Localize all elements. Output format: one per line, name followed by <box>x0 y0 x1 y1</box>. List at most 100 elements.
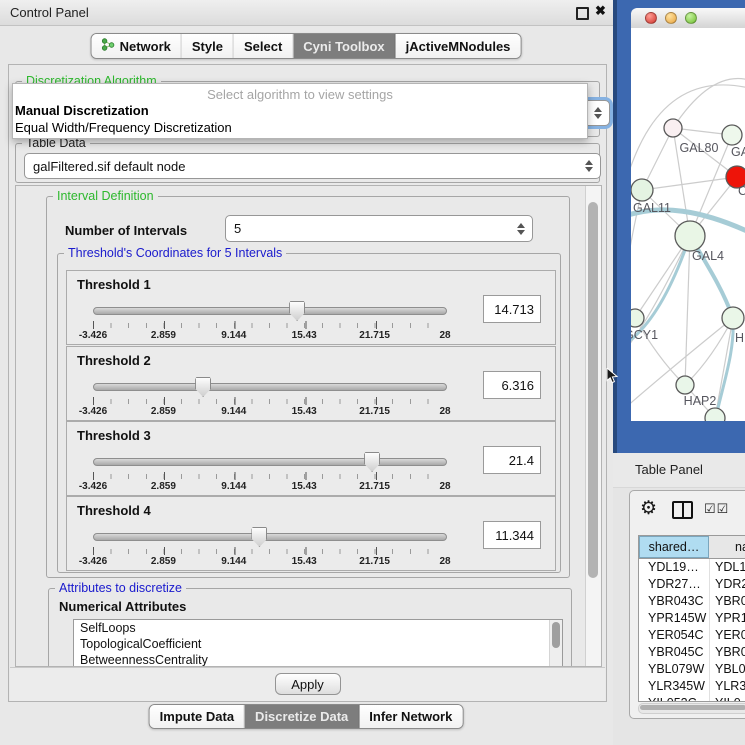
threshold-label: Threshold 1 <box>77 277 151 292</box>
tick-label: 21.715 <box>359 481 390 492</box>
table-cell[interactable]: YIL052C <box>639 695 709 702</box>
node-gal4[interactable] <box>675 221 705 251</box>
table-row[interactable]: YDR27…YDR2 <box>639 576 745 593</box>
table-cell[interactable]: YBR043C <box>639 593 709 610</box>
threshold-slider[interactable]: -3.4262.8599.14415.4321.71528 <box>93 527 445 567</box>
slider-major-ticks <box>93 321 447 329</box>
close-traffic-light[interactable] <box>645 12 657 24</box>
gear-icon[interactable]: ⚙ <box>640 497 657 520</box>
table-row[interactable]: YPR145WYPR1 <box>639 610 745 627</box>
tab-jactivemnodules[interactable]: jActiveMNodules <box>396 34 521 58</box>
numerical-attributes-list[interactable]: SelfLoops TopologicalCoefficient Between… <box>73 619 563 667</box>
tick-label: -3.426 <box>79 406 107 417</box>
number-of-intervals-combobox[interactable]: 5 <box>225 215 533 242</box>
table-cell[interactable]: YBR045C <box>639 644 709 661</box>
table-cell[interactable]: YER054C <box>639 627 709 644</box>
table-cell[interactable]: YDR2 <box>709 576 745 593</box>
slider-thumb[interactable] <box>289 301 305 321</box>
node-h[interactable] <box>722 307 744 329</box>
table-cell[interactable]: YPR145W <box>639 610 709 627</box>
scrollbar-thumb[interactable] <box>640 705 745 710</box>
screenshot-root: Control Panel ✖ Network <box>0 0 745 745</box>
table-row[interactable]: YER054CYER0 <box>639 627 745 644</box>
threshold-slider[interactable]: -3.4262.8599.14415.4321.71528 <box>93 452 445 492</box>
threshold-slider[interactable]: -3.4262.8599.14415.4321.71528 <box>93 377 445 417</box>
slider-track[interactable] <box>93 383 447 391</box>
threshold-value-field[interactable]: 11.344 <box>483 521 541 549</box>
network-window[interactable]: GAL80 GA C GAL11 GAL4 GCY1 H HAP2 <box>613 0 745 453</box>
table-horizontal-scrollbar[interactable] <box>638 703 745 714</box>
column-header-shared-name[interactable]: shared… <box>639 536 709 558</box>
node-ga[interactable] <box>722 125 742 145</box>
close-icon[interactable]: ✖ <box>595 3 606 19</box>
apply-button[interactable]: Apply <box>275 673 341 695</box>
table-cell[interactable]: YDL19… <box>639 559 709 576</box>
table-cell[interactable]: YLR345W <box>639 678 709 695</box>
slider-track[interactable] <box>93 307 447 315</box>
table-cell[interactable]: YBR0 <box>709 593 745 610</box>
table-cell[interactable]: YPR1 <box>709 610 745 627</box>
columns-icon[interactable] <box>672 501 693 519</box>
table-data-combobox[interactable]: galFiltered.sif default node <box>24 153 601 179</box>
tab-label: Network <box>120 39 171 54</box>
network-canvas[interactable]: GAL80 GA C GAL11 GAL4 GCY1 H HAP2 <box>631 28 745 421</box>
table-cell[interactable]: YBL0 <box>709 661 745 678</box>
minimize-traffic-light[interactable] <box>665 12 677 24</box>
threshold-value-field[interactable]: 21.4 <box>483 446 541 474</box>
network-window-titlebar[interactable] <box>631 8 745 29</box>
slider-thumb[interactable] <box>195 377 211 397</box>
tab-select[interactable]: Select <box>234 34 293 58</box>
table-row[interactable]: YLR345WYLR3 <box>639 678 745 695</box>
node-gcy1[interactable] <box>631 309 644 327</box>
tab-impute-data[interactable]: Impute Data <box>150 705 245 728</box>
list-item[interactable]: SelfLoops <box>74 620 562 636</box>
tick-label: 21.715 <box>359 556 390 567</box>
tab-infer-network[interactable]: Infer Network <box>359 705 462 728</box>
table-cell[interactable]: YIL0 <box>709 695 745 702</box>
table-cell[interactable]: YLR3 <box>709 678 745 695</box>
threshold-value-field[interactable]: 6.316 <box>483 371 541 399</box>
node-hap2[interactable] <box>676 376 694 394</box>
zoom-traffic-light[interactable] <box>685 12 697 24</box>
table-row[interactable]: YBR043CYBR0 <box>639 593 745 610</box>
tab-discretize-data[interactable]: Discretize Data <box>245 705 359 728</box>
number-of-intervals-label: Number of Intervals <box>65 223 187 238</box>
table-row[interactable]: YBR045CYBR0 <box>639 644 745 661</box>
list-scrollbar[interactable] <box>549 620 562 667</box>
network-icon <box>102 38 115 54</box>
slider-thumb[interactable] <box>251 527 267 547</box>
tab-cyni-toolbox[interactable]: Cyni Toolbox <box>293 34 395 58</box>
node-gal80[interactable] <box>664 119 682 137</box>
table-cell[interactable]: YDR27… <box>639 576 709 593</box>
threshold-slider[interactable]: -3.4262.8599.14415.4321.71528 <box>93 301 445 341</box>
float-window-icon[interactable] <box>576 7 589 20</box>
table-cell[interactable]: YER0 <box>709 627 745 644</box>
list-item[interactable]: TopologicalCoefficient <box>74 636 562 652</box>
node-gal11[interactable] <box>631 179 653 201</box>
table-cell[interactable]: YBR0 <box>709 644 745 661</box>
tab-style[interactable]: Style <box>182 34 234 58</box>
slider-thumb[interactable] <box>364 452 380 472</box>
threshold-value-field[interactable]: 14.713 <box>483 295 541 323</box>
dropdown-option-manual-discretization[interactable]: Manual Discretization <box>15 103 149 118</box>
table-cell[interactable]: YBL079W <box>639 661 709 678</box>
threshold-panel-3: Threshold 3 -3.4262.8599.14415.4321.7152… <box>66 421 556 496</box>
slider-track[interactable] <box>93 458 447 466</box>
slider-track[interactable] <box>93 533 447 541</box>
tab-label: Infer Network <box>369 709 452 724</box>
settings-vertical-scrollbar[interactable] <box>585 186 601 666</box>
scrollbar-thumb[interactable] <box>588 202 598 578</box>
slider-scale-labels: -3.4262.8599.14415.4321.71528 <box>93 330 445 342</box>
table-row[interactable]: YIL052CYIL0 <box>639 695 745 702</box>
slider-major-ticks <box>93 547 447 555</box>
table-row[interactable]: YBL079WYBL0 <box>639 661 745 678</box>
table-row[interactable]: YDL19…YDL1 <box>639 559 745 576</box>
table-cell[interactable]: YDL1 <box>709 559 745 576</box>
column-header-name[interactable]: na <box>709 536 745 558</box>
list-item[interactable]: BetweennessCentrality <box>74 652 562 667</box>
tick-label: 28 <box>439 481 450 492</box>
dropdown-option-equal-width[interactable]: Equal Width/Frequency Discretization <box>15 120 232 135</box>
tab-network[interactable]: Network <box>92 34 182 58</box>
apply-strip: Apply <box>10 667 605 701</box>
checkbox-filter-icons[interactable]: ☑☑ <box>704 501 729 517</box>
